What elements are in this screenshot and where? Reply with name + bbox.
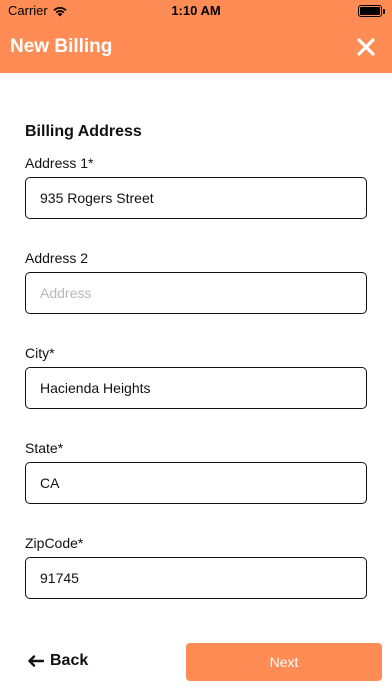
state-input[interactable] xyxy=(25,462,367,504)
address1-input[interactable] xyxy=(25,177,367,219)
city-input[interactable] xyxy=(25,367,367,409)
address2-input[interactable] xyxy=(25,272,367,314)
state-label: State* xyxy=(25,440,64,456)
back-button[interactable]: Back xyxy=(28,652,88,670)
section-title: Billing Address xyxy=(25,123,142,140)
close-icon[interactable] xyxy=(354,35,378,59)
status-bar: Carrier 1:10 AM xyxy=(0,0,392,22)
zipcode-label: ZipCode* xyxy=(25,535,84,551)
next-button[interactable]: Next xyxy=(186,643,382,681)
city-label: City* xyxy=(25,345,55,361)
address2-label: Address 2 xyxy=(25,250,89,266)
page-title: New Billing xyxy=(10,36,113,57)
header: New Billing xyxy=(0,22,392,73)
zipcode-input[interactable] xyxy=(25,557,367,599)
arrow-left-icon xyxy=(28,655,44,667)
back-label: Back xyxy=(50,652,89,669)
address1-label: Address 1* xyxy=(25,155,94,171)
battery-icon xyxy=(358,5,385,17)
status-time: 1:10 AM xyxy=(171,3,221,18)
